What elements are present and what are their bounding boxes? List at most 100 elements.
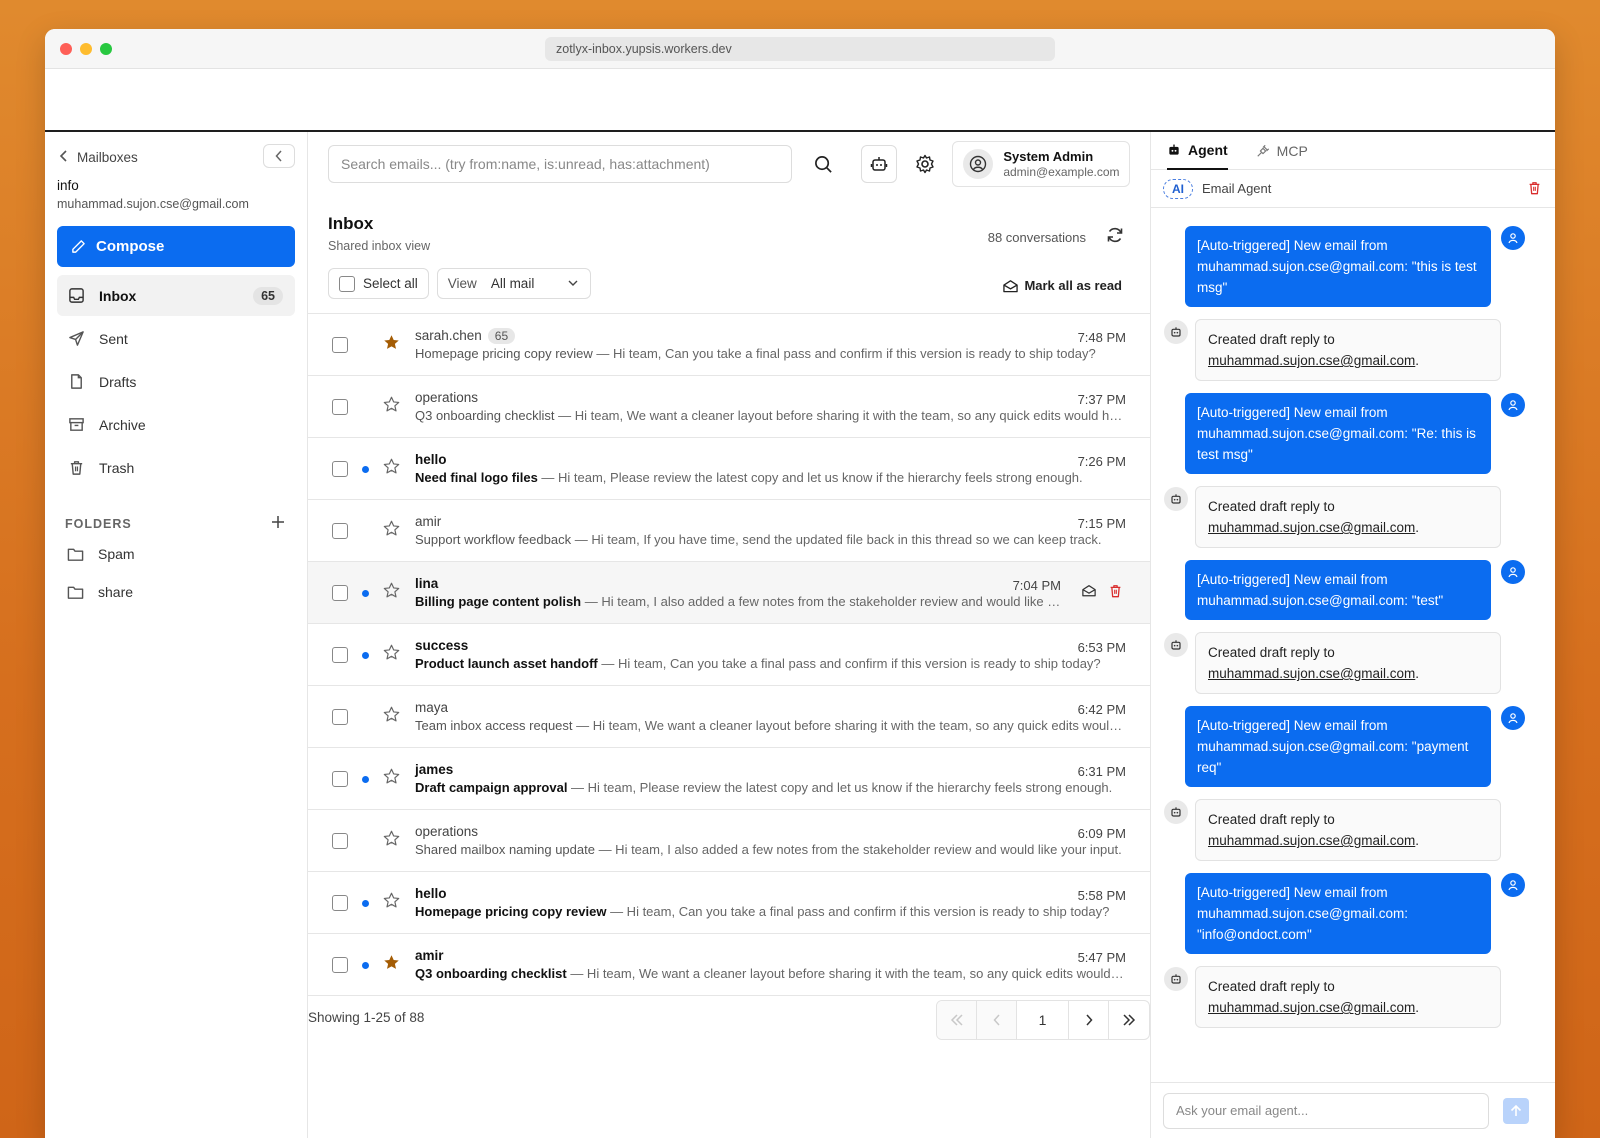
url-bar[interactable]: zotlyx-inbox.yupsis.workers.dev	[545, 37, 1055, 61]
mailboxes-label: Mailboxes	[77, 149, 138, 165]
email-preview: — Hi team, Please review the latest copy…	[537, 470, 1083, 485]
star-icon[interactable]	[383, 582, 400, 602]
top-bar: Search emails... (try from:name, is:unre…	[308, 132, 1150, 196]
user-avatar	[1501, 873, 1525, 897]
current-page[interactable]: 1	[1017, 1001, 1069, 1039]
mailbox-email: muhammad.sujon.cse@gmail.com	[57, 197, 249, 211]
nav-item-trash[interactable]: Trash	[57, 447, 295, 488]
row-checkbox[interactable]	[332, 957, 348, 973]
nav-label: Inbox	[99, 287, 137, 304]
next-page-button[interactable]	[1069, 1001, 1109, 1039]
star-icon[interactable]	[383, 954, 400, 974]
row-checkbox[interactable]	[332, 833, 348, 849]
email-row[interactable]: amir 5:47 PM Q3 onboarding checklist — Hi …	[308, 934, 1150, 996]
email-link[interactable]: muhammad.sujon.cse@gmail.com	[1208, 520, 1415, 535]
email-row[interactable]: hello 5:58 PM Homepage pricing copy review…	[308, 872, 1150, 934]
row-checkbox[interactable]	[332, 895, 348, 911]
message-text: [Auto-triggered] New email from muhammad…	[1197, 238, 1477, 295]
email-row[interactable]: amir 7:15 PM Support workflow feedback — H…	[308, 500, 1150, 562]
mark-all-read-button[interactable]: Mark all as read	[1003, 278, 1122, 293]
delete-email-button[interactable]	[1109, 584, 1122, 603]
user-message: [Auto-triggered] New email from muhammad…	[1185, 560, 1525, 620]
message-text: Created draft reply to	[1208, 979, 1335, 994]
robot-icon	[1171, 807, 1181, 817]
row-checkbox[interactable]	[332, 337, 348, 353]
email-link[interactable]: muhammad.sujon.cse@gmail.com	[1208, 353, 1415, 368]
agent-toggle-button[interactable]	[860, 145, 898, 183]
search-button[interactable]	[806, 145, 841, 183]
star-icon[interactable]	[383, 830, 400, 850]
first-page-button[interactable]	[937, 1001, 977, 1039]
row-checkbox[interactable]	[332, 399, 348, 415]
clear-chat-button[interactable]	[1528, 181, 1541, 200]
prev-page-button[interactable]	[977, 1001, 1017, 1039]
nav-item-sent[interactable]: Sent	[57, 318, 295, 359]
email-sender: maya	[415, 700, 448, 715]
unread-dot	[362, 466, 369, 473]
folder-label: Spam	[98, 546, 135, 562]
collapse-sidebar-button[interactable]	[263, 144, 295, 168]
mailboxes-back-link[interactable]: Mailboxes	[57, 146, 295, 168]
compose-button[interactable]: Compose	[57, 226, 295, 267]
email-link[interactable]: muhammad.sujon.cse@gmail.com	[1208, 833, 1415, 848]
mark-read-button[interactable]	[1082, 584, 1096, 602]
email-row[interactable]: lina 7:04 PM Billing page content polish —…	[308, 562, 1150, 624]
nav-item-inbox[interactable]: Inbox 65	[57, 275, 295, 316]
minimize-window-button[interactable]	[80, 43, 92, 55]
maximize-window-button[interactable]	[100, 43, 112, 55]
email-row[interactable]: james 6:31 PM Draft campaign approval — Hi…	[308, 748, 1150, 810]
close-window-button[interactable]	[60, 43, 72, 55]
row-checkbox[interactable]	[332, 771, 348, 787]
folder-item-spam[interactable]: Spam	[57, 535, 295, 573]
last-page-button[interactable]	[1109, 1001, 1149, 1039]
tab-mcp[interactable]: MCP	[1256, 132, 1308, 170]
search-input[interactable]: Search emails... (try from:name, is:unre…	[328, 145, 792, 183]
email-row[interactable]: sarah.chen 65 7:48 PM Homepage pricing copy…	[308, 314, 1150, 376]
star-icon[interactable]	[383, 396, 400, 416]
email-row[interactable]: operations 6:09 PM Shared mailbox naming u…	[308, 810, 1150, 872]
message-suffix: .	[1415, 666, 1420, 681]
row-checkbox[interactable]	[332, 709, 348, 725]
row-checkbox[interactable]	[332, 585, 348, 601]
plug-icon	[1256, 144, 1269, 157]
folder-item-share[interactable]: share	[57, 573, 295, 611]
agent-input[interactable]: Ask your email agent...	[1163, 1092, 1489, 1129]
row-checkbox[interactable]	[332, 647, 348, 663]
star-icon[interactable]	[383, 706, 400, 726]
star-icon[interactable]	[383, 458, 400, 478]
email-row[interactable]: hello 7:26 PM Need final logo files — Hi t…	[308, 438, 1150, 500]
row-checkbox[interactable]	[332, 523, 348, 539]
nav-item-archive[interactable]: Archive	[57, 404, 295, 445]
row-checkbox[interactable]	[332, 461, 348, 477]
robot-icon	[1169, 144, 1179, 155]
email-link[interactable]: muhammad.sujon.cse@gmail.com	[1208, 1000, 1415, 1015]
view-filter-select[interactable]: View All mail	[436, 268, 591, 299]
user-name: System Admin	[1003, 149, 1094, 164]
star-icon[interactable]	[383, 768, 400, 788]
email-subject: Need final logo files	[415, 470, 538, 485]
star-icon[interactable]	[383, 520, 400, 540]
email-row[interactable]: operations 7:37 PM Q3 onboarding checklist…	[308, 376, 1150, 438]
agent-avatar	[1164, 967, 1188, 991]
agent-avatar	[1164, 633, 1188, 657]
sender-name: sarah.chen	[415, 328, 482, 343]
page-header-area	[45, 69, 1555, 132]
star-icon[interactable]	[383, 892, 400, 912]
send-button[interactable]	[1503, 1097, 1529, 1124]
email-summary: Homepage pricing copy review — Hi team, …	[415, 904, 1126, 919]
sender-name: success	[415, 638, 469, 653]
settings-button[interactable]	[907, 145, 942, 183]
select-all-checkbox[interactable]: Select all	[328, 268, 429, 299]
sidebar: Mailboxes info muhammad.sujon.cse@gmail.…	[45, 132, 308, 1138]
star-icon[interactable]	[383, 334, 400, 354]
tab-agent[interactable]: Agent	[1167, 132, 1228, 170]
email-row[interactable]: success 6:53 PM Product launch asset hando…	[308, 624, 1150, 686]
email-time: 6:31 PM	[1077, 764, 1126, 779]
email-row[interactable]: maya 6:42 PM Team inbox access request — H…	[308, 686, 1150, 748]
email-link[interactable]: muhammad.sujon.cse@gmail.com	[1208, 666, 1415, 681]
nav-item-drafts[interactable]: Drafts	[57, 361, 295, 402]
refresh-button[interactable]	[1104, 224, 1126, 246]
add-folder-button[interactable]	[271, 512, 285, 535]
user-account-menu[interactable]: System Admin admin@example.com	[952, 141, 1131, 187]
star-icon[interactable]	[383, 644, 400, 664]
